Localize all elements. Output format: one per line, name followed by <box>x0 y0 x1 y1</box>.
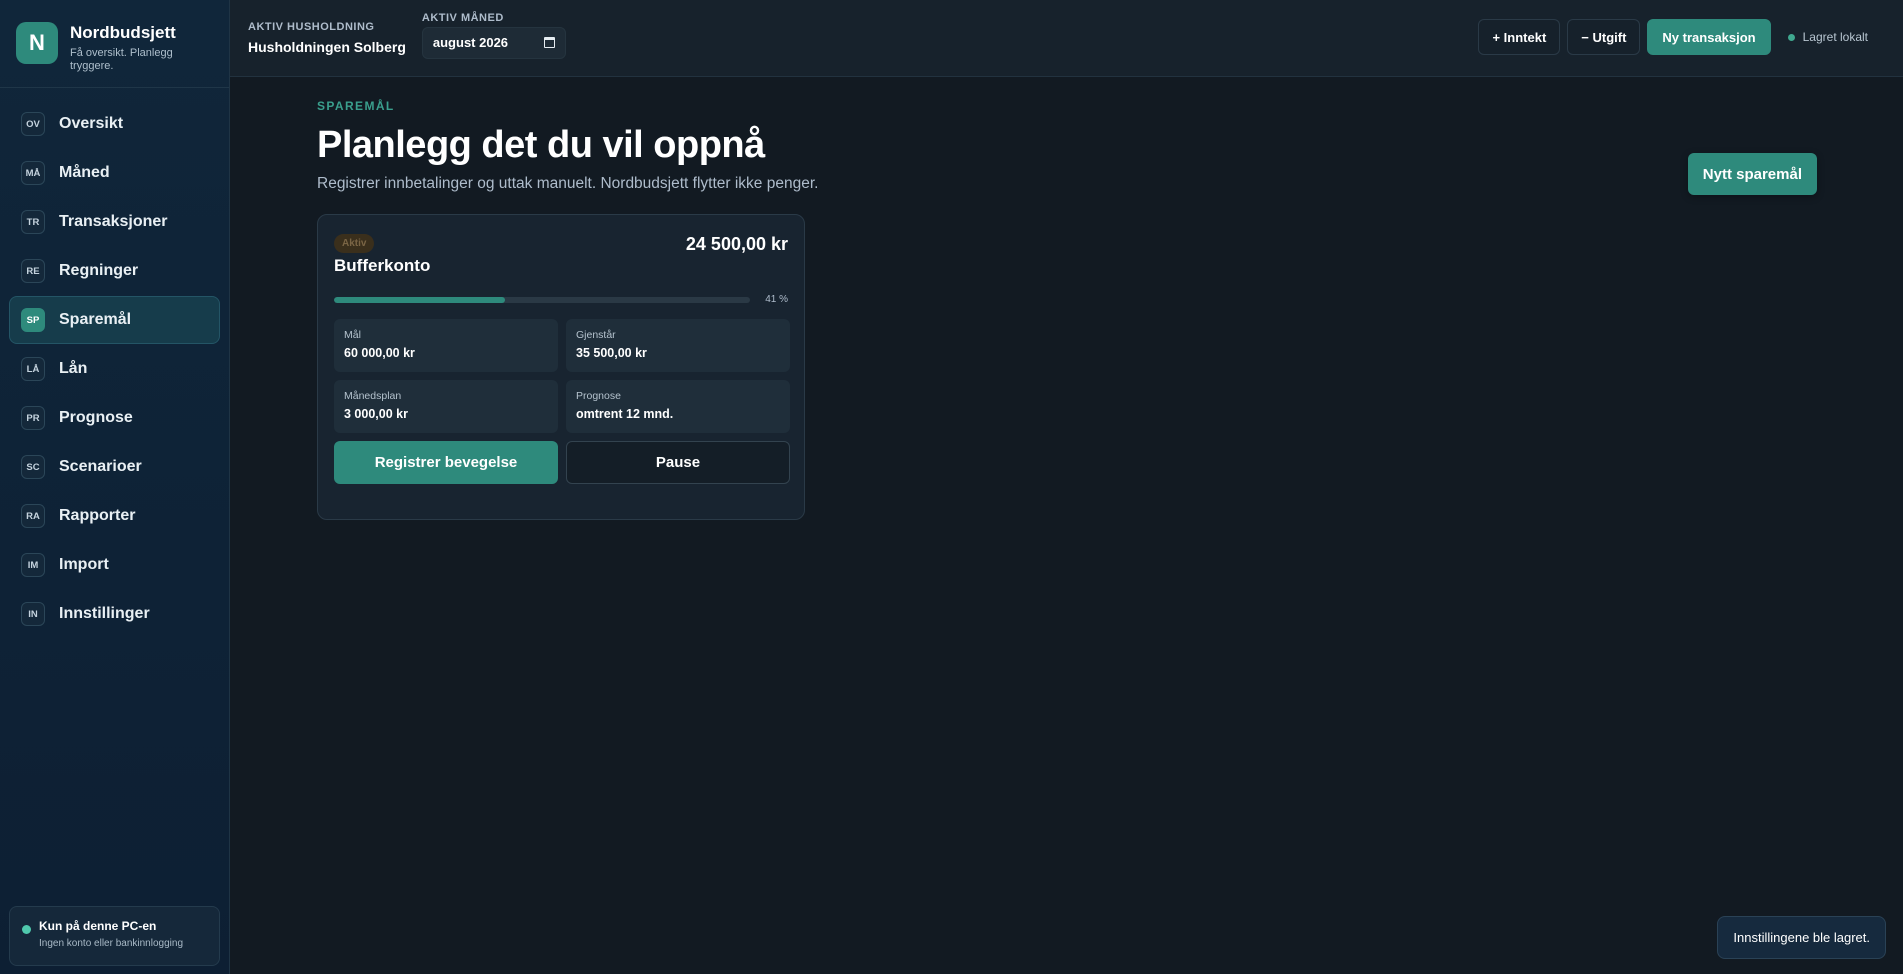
sidebar-item-regninger[interactable]: RE Regninger <box>9 247 220 295</box>
household-selector[interactable]: AKTIV HUSHOLDNING Husholdningen Solberg <box>248 21 406 55</box>
sidebar-item-label: Transaksjoner <box>59 213 168 230</box>
stat-label: Månedsplan <box>344 390 402 402</box>
page-title: Planlegg det du vil oppnå <box>317 124 765 166</box>
stat-forecast: Prognose omtrent 12 mnd. <box>566 380 790 433</box>
toast-notification: Innstillingene ble lagret. <box>1717 916 1886 959</box>
page-eyebrow: SPAREMÅL <box>317 99 395 113</box>
sidebar-item-label: Innstillinger <box>59 605 150 622</box>
nav-badge-icon: MÅ <box>21 161 45 185</box>
local-storage-info: Kun på denne PC-en Ingen konto eller ban… <box>9 906 220 966</box>
save-status: Lagret lokalt <box>1787 30 1868 44</box>
nav-badge-icon: LÅ <box>21 357 45 381</box>
brand-header: N Nordbudsjett Få oversikt. Planlegg try… <box>0 0 229 88</box>
sidebar-item-transaksjoner[interactable]: TR Transaksjoner <box>9 198 220 246</box>
sidebar-item-maned[interactable]: MÅ Måned <box>9 149 220 197</box>
month-selector: AKTIV MÅNED august 2026 <box>421 11 566 59</box>
sidebar-item-innstillinger[interactable]: IN Innstillinger <box>9 590 220 638</box>
sidebar-item-rapporter[interactable]: RA Rapporter <box>9 492 220 540</box>
stat-remaining: Gjenstår 35 500,00 kr <box>566 319 790 372</box>
goal-name: Bufferkonto <box>334 256 431 275</box>
nav-badge-icon: IM <box>21 553 45 577</box>
saved-dot-icon <box>1787 33 1795 41</box>
stat-label: Prognose <box>576 390 621 402</box>
nav-badge-icon: IN <box>21 602 45 626</box>
new-transaction-button[interactable]: Ny transaksjon <box>1647 19 1771 55</box>
stat-value: omtrent 12 mnd. <box>576 407 674 421</box>
status-dot-icon <box>22 925 31 934</box>
sidebar-item-oversikt[interactable]: OV Oversikt <box>9 100 220 148</box>
sidebar-item-sparemal[interactable]: SP Sparemål <box>9 296 220 344</box>
stat-value: 35 500,00 kr <box>576 346 647 360</box>
stat-monthly-plan: Månedsplan 3 000,00 kr <box>334 380 558 433</box>
progress-fill <box>334 296 505 303</box>
app-root: N Nordbudsjett Få oversikt. Planlegg try… <box>0 0 1903 974</box>
calendar-icon[interactable] <box>543 37 555 48</box>
local-storage-text: Kun på denne PC-en Ingen konto eller ban… <box>39 919 183 965</box>
sidebar-item-label: Prognose <box>59 409 133 426</box>
sidebar-item-label: Import <box>59 556 109 573</box>
stat-goal: Mål 60 000,00 kr <box>334 319 558 372</box>
sidebar-item-label: Rapporter <box>59 507 136 524</box>
goal-progress: 41 % <box>334 294 788 305</box>
sidebar-item-lan[interactable]: LÅ Lån <box>9 345 220 393</box>
top-actions: + Inntekt − Utgift Ny transaksjon Lagret… <box>1478 19 1868 55</box>
goal-card-title-block: Aktiv Bufferkonto <box>334 233 430 276</box>
sidebar: N Nordbudsjett Få oversikt. Planlegg try… <box>0 0 230 974</box>
brand-title: Nordbudsjett <box>70 23 176 42</box>
local-storage-title: Kun på denne PC-en <box>39 919 157 933</box>
nav-badge-icon: OV <box>21 112 45 136</box>
sidebar-item-label: Måned <box>59 164 110 181</box>
sidebar-item-scenarioer[interactable]: SC Scenarioer <box>9 443 220 491</box>
nav-badge-icon: RA <box>21 504 45 528</box>
sidebar-item-prognose[interactable]: PR Prognose <box>9 394 220 442</box>
nav-badge-icon: RE <box>21 259 45 283</box>
household-label: AKTIV HUSHOLDNING <box>248 21 375 33</box>
main-area: AKTIV HUSHOLDNING Husholdningen Solberg … <box>230 0 1903 974</box>
goal-stats: Mål 60 000,00 kr Gjenstår 35 500,00 kr M… <box>334 319 790 433</box>
nav-badge-icon: PR <box>21 406 45 430</box>
stat-label: Gjenstår <box>576 329 616 341</box>
register-movement-button[interactable]: Registrer bevegelse <box>334 441 558 484</box>
goal-card: Aktiv Bufferkonto 24 500,00 kr 41 % Mål … <box>317 214 805 520</box>
new-goal-button[interactable]: Nytt sparemål <box>1687 153 1817 195</box>
sidebar-item-label: Oversikt <box>59 115 124 132</box>
stat-value: 60 000,00 kr <box>344 346 415 360</box>
stat-value: 3 000,00 kr <box>344 407 408 421</box>
stat-label: Mål <box>344 329 361 341</box>
brand-logo: N <box>16 22 58 64</box>
sidebar-nav: OV Oversikt MÅ Måned TR Transaksjoner RE… <box>0 88 229 650</box>
sidebar-item-label: Lån <box>59 360 88 377</box>
brand-subtitle: Få oversikt. Planlegg tryggere. <box>70 47 173 72</box>
month-value: august 2026 <box>432 35 509 50</box>
local-storage-subtitle: Ingen konto eller bankinnlogging <box>39 938 183 949</box>
page-header: SPAREMÅL Planlegg det du vil oppnå Regis… <box>317 99 1847 193</box>
goal-saved-amount: 24 500,00 kr <box>685 234 788 254</box>
sidebar-item-label: Sparemål <box>59 311 132 328</box>
nav-badge-icon: SC <box>21 455 45 479</box>
goal-card-header: Aktiv Bufferkonto 24 500,00 kr <box>334 233 788 276</box>
goal-card-actions: Registrer bevegelse Pause <box>334 441 790 484</box>
nav-badge-icon: TR <box>21 210 45 234</box>
page-subtitle: Registrer innbetalinger og uttak manuelt… <box>317 175 819 192</box>
sidebar-item-label: Regninger <box>59 262 139 279</box>
month-input[interactable]: august 2026 <box>421 26 566 59</box>
status-badge: Aktiv <box>334 234 375 253</box>
add-income-button[interactable]: + Inntekt <box>1478 19 1561 55</box>
save-status-label: Lagret lokalt <box>1802 30 1868 44</box>
brand-text: Nordbudsjett Få oversikt. Planlegg trygg… <box>70 22 190 73</box>
progress-percent: 41 % <box>765 294 788 305</box>
sidebar-item-label: Scenarioer <box>59 458 142 475</box>
household-value: Husholdningen Solberg <box>248 39 406 55</box>
topbar: AKTIV HUSHOLDNING Husholdningen Solberg … <box>230 0 1903 77</box>
nav-badge-icon: SP <box>21 308 45 332</box>
pause-button[interactable]: Pause <box>566 441 790 484</box>
month-label: AKTIV MÅNED <box>421 11 504 24</box>
sidebar-item-import[interactable]: IM Import <box>9 541 220 589</box>
progress-track <box>334 296 750 303</box>
add-expense-button[interactable]: − Utgift <box>1567 19 1641 55</box>
